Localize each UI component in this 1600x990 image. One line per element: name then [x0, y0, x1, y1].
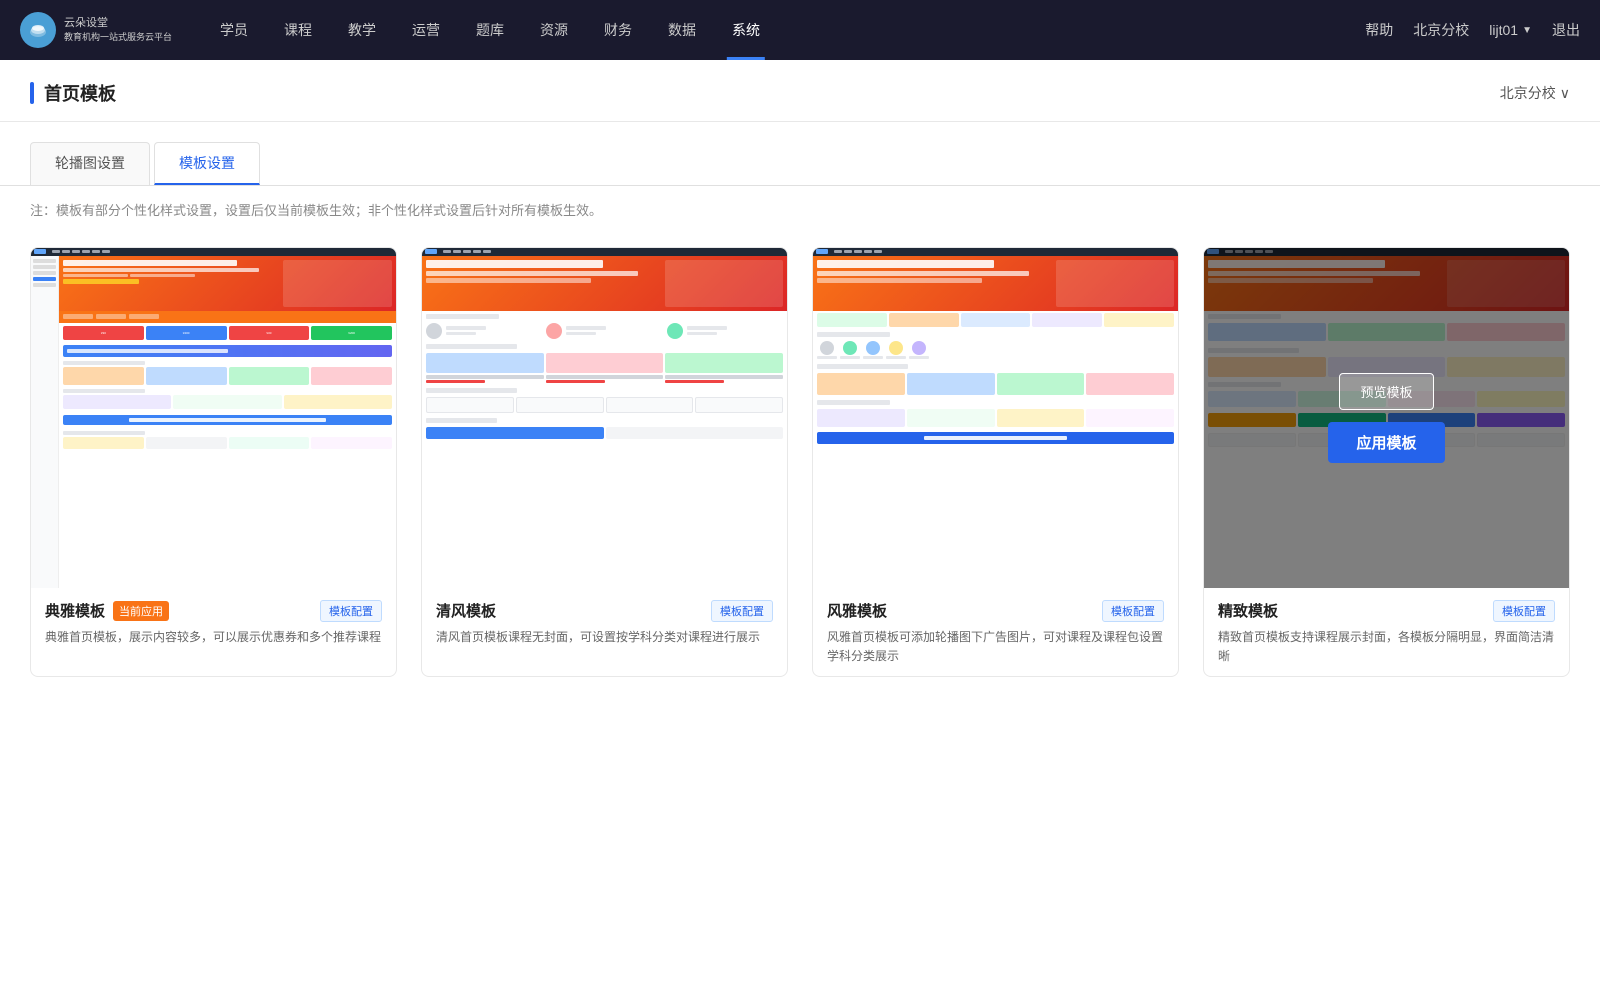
template-card-4[interactable]: 预览模板 应用模板 精致模板 模板配置 精致首页模板支持课程展示封面，各模板分隔…: [1203, 247, 1570, 677]
page-title-bar: [30, 82, 34, 104]
template-footer-3: 风雅模板 模板配置 风雅首页模板可添加轮播图下广告图片，可对课程及课程包设置学科…: [813, 588, 1178, 676]
page-title: 首页模板: [44, 80, 116, 106]
template-preview-4: 预览模板 应用模板: [1204, 248, 1569, 588]
page-content: 首页模板 北京分校 ∨ 轮播图设置 模板设置 注：模板有部分个性化样式设置，设置…: [0, 60, 1600, 990]
template-name-2: 清风模板: [436, 600, 496, 621]
nav-branch[interactable]: 北京分校: [1413, 20, 1469, 40]
nav-courses[interactable]: 课程: [266, 0, 330, 60]
note-text: 注：模板有部分个性化样式设置，设置后仅当前模板生效；非个性化样式设置后针对所有模…: [0, 186, 1600, 237]
templates-grid: ¥30 ¥200 ¥30 ¥200: [0, 237, 1600, 717]
apply-template-btn[interactable]: 应用模板: [1328, 422, 1444, 463]
template-footer-2: 清风模板 模板配置 清风首页模板课程无封面，可设置按学科分类对课程进行展示: [422, 588, 787, 657]
nav-teaching[interactable]: 教学: [330, 0, 394, 60]
user-chevron-icon: ▼: [1522, 25, 1532, 36]
branch-chevron-icon: ∨: [1560, 85, 1570, 102]
template-desc-3: 风雅首页模板可添加轮播图下广告图片，可对课程及课程包设置学科分类展示: [827, 628, 1164, 666]
template-config-btn-1[interactable]: 模板配置: [320, 600, 382, 622]
nav-user[interactable]: lijt01 ▼: [1489, 22, 1532, 38]
tab-template[interactable]: 模板设置: [154, 142, 260, 185]
template-card-2[interactable]: 清风模板 模板配置 清风首页模板课程无封面，可设置按学科分类对课程进行展示: [421, 247, 788, 677]
template-config-btn-4[interactable]: 模板配置: [1493, 600, 1555, 622]
template-desc-2: 清风首页模板课程无封面，可设置按学科分类对课程进行展示: [436, 628, 773, 647]
tabs-container: 轮播图设置 模板设置: [0, 122, 1600, 186]
template-overlay-4: 预览模板 应用模板: [1204, 248, 1569, 588]
template-preview-2: [422, 248, 787, 588]
branch-selector[interactable]: 北京分校 ∨: [1500, 83, 1570, 103]
brand-logo[interactable]: 云朵设堂 教育机构一站式服务云平台: [20, 12, 172, 48]
template-config-btn-3[interactable]: 模板配置: [1102, 600, 1164, 622]
template-name-4: 精致模板: [1218, 600, 1278, 621]
template-preview-1: ¥30 ¥200 ¥30 ¥200: [31, 248, 396, 588]
template-name-1: 典雅模板: [45, 600, 105, 621]
nav-questions[interactable]: 题库: [458, 0, 522, 60]
preview-template-btn[interactable]: 预览模板: [1339, 373, 1433, 410]
tab-carousel[interactable]: 轮播图设置: [30, 142, 150, 185]
navbar-nav: 学员 课程 教学 运营 题库 资源 财务 数据 系统: [202, 0, 1365, 60]
navbar-right: 帮助 北京分校 lijt01 ▼ 退出: [1365, 20, 1580, 40]
template-active-badge-1: 当前应用: [113, 601, 169, 621]
page-title-wrap: 首页模板: [30, 80, 116, 106]
nav-system[interactable]: 系统: [714, 0, 778, 60]
template-card-3[interactable]: 风雅模板 模板配置 风雅首页模板可添加轮播图下广告图片，可对课程及课程包设置学科…: [812, 247, 1179, 677]
nav-resources[interactable]: 资源: [522, 0, 586, 60]
template-desc-1: 典雅首页模板，展示内容较多，可以展示优惠券和多个推荐课程: [45, 628, 382, 647]
template-config-btn-2[interactable]: 模板配置: [711, 600, 773, 622]
nav-operations[interactable]: 运营: [394, 0, 458, 60]
nav-help[interactable]: 帮助: [1365, 20, 1393, 40]
nav-students[interactable]: 学员: [202, 0, 266, 60]
page-header: 首页模板 北京分校 ∨: [0, 60, 1600, 122]
template-name-3: 风雅模板: [827, 600, 887, 621]
template-card-1[interactable]: ¥30 ¥200 ¥30 ¥200: [30, 247, 397, 677]
template-footer-4: 精致模板 模板配置 精致首页模板支持课程展示封面，各模板分隔明显，界面简洁清晰: [1204, 588, 1569, 676]
template-desc-4: 精致首页模板支持课程展示封面，各模板分隔明显，界面简洁清晰: [1218, 628, 1555, 666]
logo-text: 云朵设堂 教育机构一站式服务云平台: [64, 16, 172, 44]
template-footer-1: 典雅模板 当前应用 模板配置 典雅首页模板，展示内容较多，可以展示优惠券和多个推…: [31, 588, 396, 657]
nav-finance[interactable]: 财务: [586, 0, 650, 60]
navbar: 云朵设堂 教育机构一站式服务云平台 学员 课程 教学 运营 题库 资源 财务 数…: [0, 0, 1600, 60]
template-preview-3: [813, 248, 1178, 588]
nav-logout[interactable]: 退出: [1552, 20, 1580, 40]
nav-data[interactable]: 数据: [650, 0, 714, 60]
logo-icon: [20, 12, 56, 48]
